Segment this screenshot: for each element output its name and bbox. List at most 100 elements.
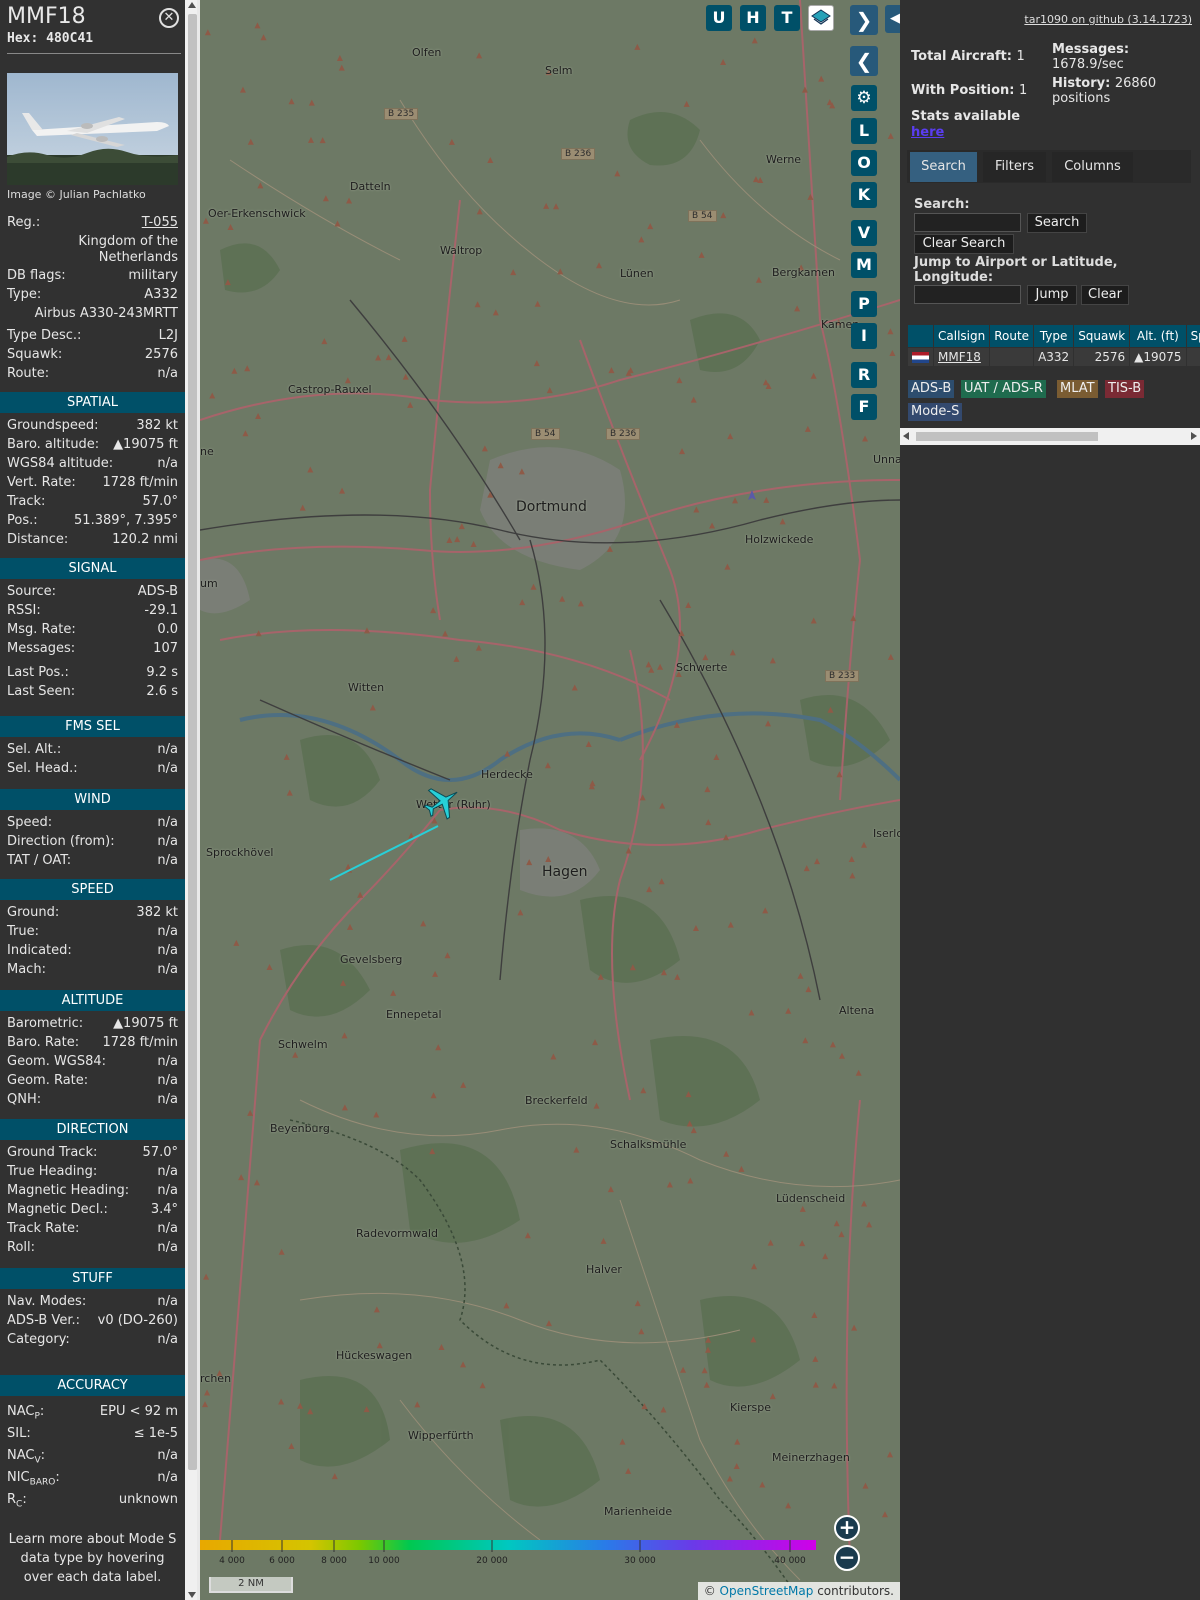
clear-button[interactable]: Clear [1081,285,1129,305]
direction-value: n/a [157,1183,178,1198]
table-hscrollbar[interactable] [900,428,1200,445]
panel-tabs: Search Filters Columns [907,150,1191,183]
map-button-o[interactable]: O [851,150,877,176]
map[interactable]: Olfen Selm Werne Datteln Oer-Erkenschwic… [200,0,900,1600]
dbflags-value: military [128,268,178,283]
tab-columns[interactable]: Columns [1052,152,1133,182]
map-button-p[interactable]: P [851,291,877,317]
typedesc-value: L2J [158,328,178,343]
map-button-r[interactable]: R [851,362,877,388]
altitude-row: Baro. Rate: 1728 ft/min [7,1035,178,1053]
map-attribution: © OpenStreetMap contributors. [697,1582,900,1600]
fms-label: Sel. Alt.: [7,742,62,757]
map-button-l[interactable]: L [851,118,877,144]
github-link[interactable]: tar1090 on github (3.14.1723) [1024,13,1192,26]
messages-value: 1678.9/sec [1052,57,1124,72]
aircraft-photo[interactable] [7,73,178,185]
expand-arrows-icon[interactable]: ◀▶ [885,5,900,33]
spatial-row: Distance: 120.2 nmi [7,532,178,550]
signal-row: RSSI: -29.1 [7,603,178,621]
altitude-label: Barometric: [7,1016,84,1031]
map-canvas [200,0,900,1600]
jump-label: Jump to Airport or Latitude, Longitude: [914,255,1118,285]
col-squawk[interactable]: Squawk [1074,325,1130,347]
map-button-i[interactable]: I [851,323,877,349]
direction-row: Ground Track: 57.0° [7,1145,178,1163]
nacv-label: NACV: [7,1448,46,1466]
col-route[interactable]: Route [990,325,1034,347]
scroll-left-icon[interactable] [903,432,909,440]
direction-label: True Heading: [7,1164,98,1179]
speed-row: Indicated: n/a [7,943,178,961]
history-unit: positions [1052,91,1111,106]
scroll-right-icon[interactable] [1191,432,1197,440]
scroll-up-icon[interactable] [188,2,196,8]
road-label: B 54 [688,210,717,222]
gear-icon[interactable]: ⚙ [851,85,877,111]
sil-row: SIL: ≤ 1e-5 [7,1426,178,1444]
map-button-h[interactable]: H [740,5,766,31]
stuff-row: Nav. Modes: n/a [7,1294,178,1312]
speed-row: Mach: n/a [7,962,178,980]
wind-label: Speed: [7,815,53,830]
spatial-value: 51.389°, 7.395° [74,513,178,528]
scale-bar: 2 NM [209,1577,293,1593]
chevron-right-icon[interactable]: ❯ [850,5,878,35]
clear-search-button[interactable]: Clear Search [914,234,1014,254]
map-button-u[interactable]: U [706,5,732,31]
sil-label: SIL: [7,1426,31,1441]
tab-search[interactable]: Search [910,152,977,182]
type-full: Airbus A330-243MRTT [34,306,178,321]
scrollbar-thumb[interactable] [188,14,197,1470]
search-input[interactable] [914,213,1021,232]
route-label: Route: [7,366,50,381]
zoom-out-button[interactable]: − [834,1545,860,1571]
map-button-k[interactable]: K [851,182,877,208]
stats-link[interactable]: here [911,125,944,140]
map-button-t[interactable]: T [774,5,800,31]
fms-row: Sel. Alt.: n/a [7,742,178,760]
row-callsign[interactable]: MMF18 [934,348,990,366]
col-callsign[interactable]: Callsign [934,325,990,347]
section-signal: SIGNAL [0,558,185,579]
stuff-label: ADS-B Ver.: [7,1313,80,1328]
scroll-down-icon[interactable] [188,1592,196,1598]
town-label-hagen: Hagen [542,864,588,880]
osm-link[interactable]: OpenStreetMap [720,1584,814,1598]
map-button-m[interactable]: M [851,252,877,278]
signal-value: -29.1 [144,603,178,618]
jump-button[interactable]: Jump [1027,285,1077,305]
flag-icon [912,352,929,363]
table-row[interactable]: MMF18 A332 2576 ▲19075 [908,348,1200,366]
map-button-f[interactable]: F [851,394,877,420]
legend-modes: Mode-S [908,403,963,421]
town-label: Unna [873,453,900,466]
map-button-v[interactable]: V [851,220,877,246]
tab-filters[interactable]: Filters [983,152,1046,182]
jump-input[interactable] [914,285,1021,304]
layers-icon[interactable] [808,5,834,31]
town-label: Hückeswagen [336,1349,413,1362]
spatial-label: WGS84 altitude: [7,456,114,471]
chevron-left-icon[interactable]: ❮ [850,46,878,76]
altitude-tick-label: 40 000 [774,1556,806,1566]
image-credit: Image © Julian Pachlatko [7,188,146,201]
direction-label: Magnetic Heading: [7,1183,130,1198]
col-speed[interactable]: Spd [1186,325,1200,347]
signal-label: Last Pos.: [7,665,69,680]
aircraft-icon[interactable] [422,782,462,822]
col-type[interactable]: Type [1034,325,1074,347]
reg-link[interactable]: T-055 [142,215,178,230]
altitude-label: Geom. WGS84: [7,1054,107,1069]
hscroll-thumb[interactable] [916,432,1098,441]
direction-row: Track Rate: n/a [7,1221,178,1239]
section-spatial: SPATIAL [0,392,185,413]
search-button[interactable]: Search [1027,213,1087,233]
spatial-label: Baro. altitude: [7,437,100,452]
close-icon[interactable]: ✕ [159,8,179,28]
col-altitude[interactable]: Alt. (ft) [1130,325,1186,347]
signal-value: 9.2 s [146,665,178,680]
zoom-in-button[interactable]: + [834,1515,860,1541]
speed-value: 382 kt [136,905,178,920]
direction-label: Track Rate: [7,1221,80,1236]
